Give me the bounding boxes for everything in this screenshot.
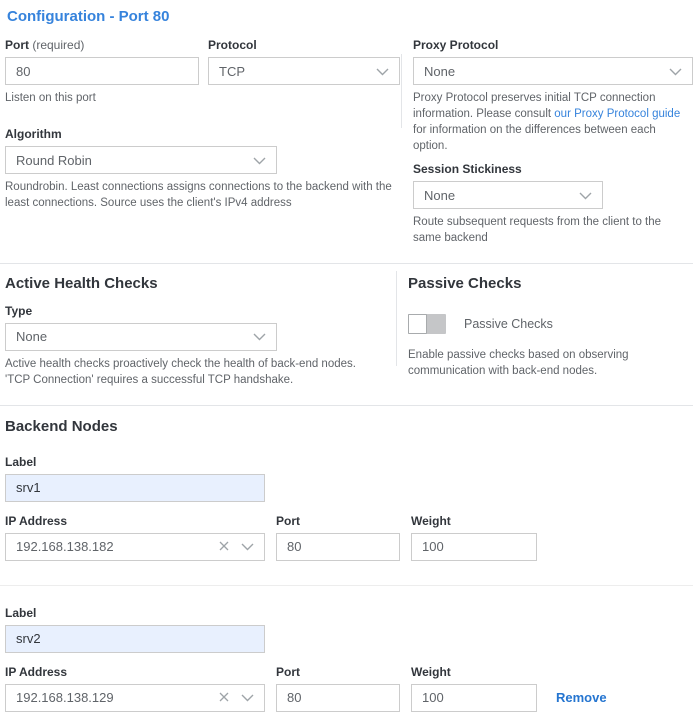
node-ip-select-value: 192.168.138.182 xyxy=(16,539,114,554)
passive-checks-heading: Passive Checks xyxy=(408,275,693,292)
connection-settings-section: Port (required) Listen on this port Prot… xyxy=(0,38,693,247)
port-helper: Listen on this port xyxy=(5,90,199,106)
chevron-down-icon xyxy=(376,64,389,79)
node-divider xyxy=(0,585,693,586)
port-label: Port (required) xyxy=(5,38,199,52)
protocol-select-value: TCP xyxy=(219,64,245,79)
node-port-input[interactable] xyxy=(276,684,400,712)
health-checks-section: Active Health Checks Type None Active he… xyxy=(0,264,693,388)
protocol-label: Protocol xyxy=(208,38,400,52)
remove-node-button[interactable]: Remove xyxy=(556,690,607,705)
node-weight-field: Weight xyxy=(411,665,537,712)
node-port-input[interactable] xyxy=(276,533,400,561)
health-check-type-label: Type xyxy=(5,304,282,318)
required-suffix: (required) xyxy=(32,38,84,52)
chevron-down-icon xyxy=(253,329,266,344)
configuration-panel: Configuration - Port 80 Port (required) … xyxy=(0,0,694,712)
health-check-type-select-value: None xyxy=(16,329,47,344)
node-port-field: Port xyxy=(276,514,400,561)
node-port-label: Port xyxy=(276,665,400,679)
proxy-protocol-label: Proxy Protocol xyxy=(413,38,693,52)
clear-icon[interactable] xyxy=(219,539,229,554)
chevron-down-icon xyxy=(669,64,682,79)
algorithm-select-value: Round Robin xyxy=(16,153,92,168)
proxy-protocol-field: Proxy Protocol None Proxy Protocol prese… xyxy=(413,38,693,154)
protocol-field: Protocol TCP xyxy=(208,38,400,106)
node-port-label: Port xyxy=(276,514,400,528)
chevron-down-icon xyxy=(579,188,592,203)
health-check-type-field: Type None Active health checks proactive… xyxy=(5,304,282,388)
page-title: Configuration - Port 80 xyxy=(7,8,693,25)
active-health-checks-helper: Active health checks proactively check t… xyxy=(5,356,375,388)
clear-icon[interactable] xyxy=(219,690,229,705)
node-port-field: Port xyxy=(276,665,400,712)
port-field: Port (required) Listen on this port xyxy=(5,38,199,106)
chevron-down-icon xyxy=(253,153,266,168)
passive-checks-toggle-label: Passive Checks xyxy=(464,317,553,331)
node-address-row: IP Address 192.168.138.182 xyxy=(5,514,693,561)
backend-node: Label IP Address 192.168.138.182 xyxy=(5,455,693,561)
algorithm-select[interactable]: Round Robin xyxy=(5,146,277,174)
algorithm-field: Algorithm Round Robin xyxy=(5,127,282,174)
node-weight-input[interactable] xyxy=(411,533,537,561)
session-stickiness-field: Session Stickiness None Route subsequent… xyxy=(413,162,693,246)
node-ip-label: IP Address xyxy=(5,665,265,679)
proxy-protocol-select[interactable]: None xyxy=(413,57,693,85)
node-weight-label: Weight xyxy=(411,665,537,679)
node-ip-select[interactable]: 192.168.138.182 xyxy=(5,533,265,561)
session-stickiness-select-value: None xyxy=(424,188,455,203)
node-label-label: Label xyxy=(5,455,265,469)
session-stickiness-select[interactable]: None xyxy=(413,181,603,209)
backend-nodes-section: Backend Nodes Label IP Address 192.168.1… xyxy=(0,406,693,712)
node-ip-field: IP Address 192.168.138.182 xyxy=(5,514,265,561)
chevron-down-icon xyxy=(241,539,254,554)
node-ip-select-value: 192.168.138.129 xyxy=(16,690,114,705)
port-input[interactable] xyxy=(5,57,199,85)
passive-checks-toggle-row: Passive Checks xyxy=(408,314,693,334)
chevron-down-icon xyxy=(241,690,254,705)
proxy-protocol-select-value: None xyxy=(424,64,455,79)
node-weight-label: Weight xyxy=(411,514,537,528)
passive-checks-helper: Enable passive checks based on observing… xyxy=(408,347,693,379)
node-weight-field: Weight xyxy=(411,514,537,561)
node-ip-label: IP Address xyxy=(5,514,265,528)
health-check-type-select[interactable]: None xyxy=(5,323,277,351)
column-divider xyxy=(401,54,402,128)
node-address-row: IP Address 192.168.138.129 xyxy=(5,665,693,712)
backend-nodes-heading: Backend Nodes xyxy=(5,418,693,435)
node-weight-input[interactable] xyxy=(411,684,537,712)
column-divider xyxy=(396,271,397,366)
backend-node: Label IP Address 192.168.138.129 xyxy=(5,606,693,712)
algorithm-helper: Roundrobin. Least connections assigns co… xyxy=(5,179,395,211)
node-label-input[interactable] xyxy=(5,474,265,502)
proxy-protocol-helper: Proxy Protocol preserves initial TCP con… xyxy=(413,90,693,154)
algorithm-label: Algorithm xyxy=(5,127,282,141)
node-label-input[interactable] xyxy=(5,625,265,653)
node-label-field: Label xyxy=(5,455,265,502)
passive-checks-toggle[interactable] xyxy=(408,314,446,334)
session-stickiness-label: Session Stickiness xyxy=(413,162,693,176)
protocol-select[interactable]: TCP xyxy=(208,57,400,85)
toggle-thumb xyxy=(408,314,427,334)
node-ip-field: IP Address 192.168.138.129 xyxy=(5,665,265,712)
node-label-field: Label xyxy=(5,606,265,653)
active-health-checks-heading: Active Health Checks xyxy=(5,275,396,292)
session-stickiness-helper: Route subsequent requests from the clien… xyxy=(413,214,663,246)
node-ip-select[interactable]: 192.168.138.129 xyxy=(5,684,265,712)
proxy-protocol-guide-link[interactable]: our Proxy Protocol guide xyxy=(554,108,680,120)
